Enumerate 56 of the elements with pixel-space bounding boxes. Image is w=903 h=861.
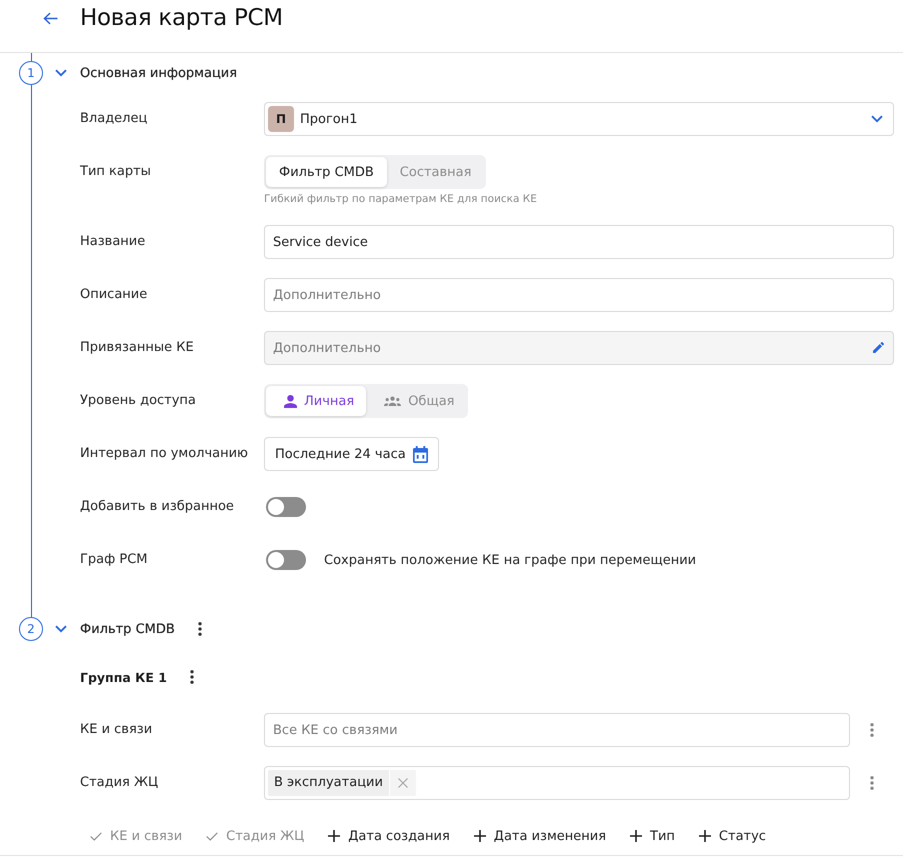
field-label: Граф РСМ [80, 551, 149, 569]
vertical-dots-icon [870, 723, 874, 737]
avatar: П [268, 106, 294, 132]
check-icon [206, 832, 218, 840]
pencil-icon[interactable] [873, 342, 884, 353]
toggle-switch[interactable] [266, 497, 306, 517]
field-label: Интервал по умолчанию [80, 445, 250, 463]
step-number: 1 [19, 61, 43, 85]
section-title: Фильтр CMDB [80, 622, 175, 636]
step-number: 2 [19, 617, 43, 641]
plus-icon [328, 830, 340, 842]
segment-option[interactable]: Личная [266, 386, 366, 416]
calendar-icon [412, 446, 428, 462]
check-icon [90, 832, 102, 840]
add-filter-button[interactable]: Дата изменения [474, 824, 606, 848]
field-label: Владелец [80, 110, 148, 128]
close-icon [398, 778, 408, 788]
toggle-switch[interactable] [266, 550, 306, 570]
person-icon [284, 394, 297, 408]
segment-option[interactable]: Фильтр CMDB [266, 157, 387, 187]
back-arrow-icon [43, 12, 58, 24]
field-label: Добавить в избранное [80, 498, 235, 516]
people-icon [384, 396, 402, 406]
chevron-down-icon [871, 115, 883, 123]
field-label: Описание [80, 286, 148, 304]
linked-items-field[interactable]: Дополнительно [264, 331, 894, 365]
field-label: Стадия ЖЦ [80, 774, 160, 792]
interval-button[interactable]: Последние 24 часа [264, 437, 439, 471]
chip: В эксплуатации [268, 770, 389, 796]
chevron-down-icon[interactable] [55, 625, 67, 633]
chevron-down-icon[interactable] [55, 69, 67, 77]
section-title: Основная информация [80, 66, 238, 80]
owner-select[interactable]: П Прогон1 [264, 102, 894, 136]
field-label: Уровень доступа [80, 392, 197, 410]
text-field[interactable]: Все КЕ со связями [264, 713, 850, 747]
plus-icon [698, 830, 711, 842]
select-value: Прогон1 [300, 112, 359, 126]
field-label: Тип карты [80, 163, 152, 181]
group-title: Группа КЕ 1 [80, 670, 167, 684]
field-hint: Гибкий фильтр по параметрам КЕ для поиска КЕ [264, 193, 538, 206]
vertical-dots-icon [198, 622, 202, 636]
field-label: КЕ и связи [80, 721, 154, 739]
vertical-dots-icon [870, 776, 874, 790]
vertical-dots-icon [190, 670, 194, 684]
field-label: Название [80, 233, 146, 251]
text-field[interactable]: Service device [264, 225, 894, 259]
plus-icon [474, 830, 486, 842]
add-filter-button[interactable]: Тип [630, 824, 675, 848]
add-filter-button[interactable]: Дата создания [328, 824, 450, 848]
page-title: Новая карта РСМ [80, 4, 283, 32]
text-field[interactable]: Дополнительно [264, 278, 894, 312]
plus-icon [630, 830, 642, 842]
toggle-caption: Сохранять положение КЕ на графе при перемещении [324, 552, 696, 568]
field-label: Привязанные КЕ [80, 339, 195, 357]
chips-field[interactable]: В эксплуатации [264, 766, 850, 800]
add-filter-button[interactable]: Статус [698, 824, 766, 848]
